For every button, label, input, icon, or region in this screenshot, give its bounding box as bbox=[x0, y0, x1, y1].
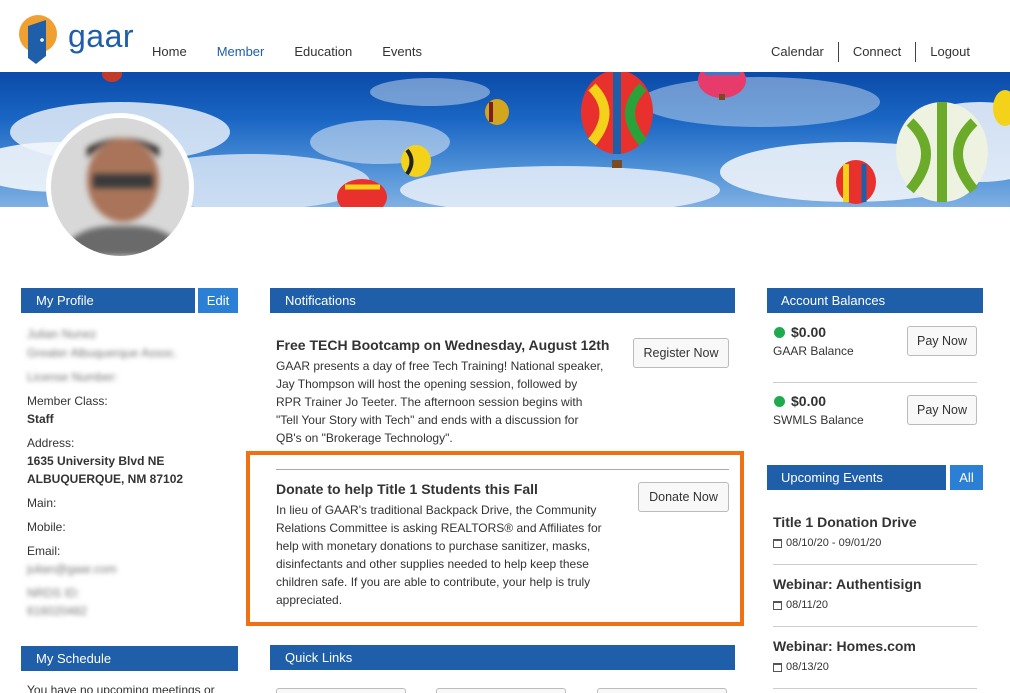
event-date-text: 08/11/20 bbox=[786, 599, 829, 611]
all-events-button[interactable]: All bbox=[950, 465, 983, 490]
gaar-logo[interactable]: gaar bbox=[16, 12, 136, 66]
nav-events[interactable]: Events bbox=[382, 44, 422, 59]
main-nav: Home Member Education Events bbox=[152, 44, 452, 59]
my-schedule-heading: My Schedule bbox=[21, 646, 238, 671]
site-header: gaar Home Member Education Events Calend… bbox=[0, 0, 1010, 72]
divider bbox=[773, 382, 977, 383]
quick-link-button[interactable] bbox=[597, 688, 727, 693]
swmls-balance-label: SWMLS Balance bbox=[773, 413, 864, 427]
swmls-balance-amount: $0.00 bbox=[791, 393, 827, 409]
gaar-balance-label: GAAR Balance bbox=[773, 344, 854, 358]
quick-link-button[interactable] bbox=[436, 688, 566, 693]
divider bbox=[773, 626, 977, 627]
event-date-text: 08/13/20 bbox=[786, 661, 829, 673]
email-value: julian@gaar.com bbox=[27, 562, 117, 576]
pay-now-gaar-button[interactable]: Pay Now bbox=[907, 326, 977, 356]
nav-home[interactable]: Home bbox=[152, 44, 187, 59]
notification-body: GAAR presents a day of free Tech Trainin… bbox=[276, 357, 616, 447]
quick-links-heading: Quick Links bbox=[270, 645, 735, 670]
notification-title: Free TECH Bootcamp on Wednesday, August … bbox=[276, 337, 610, 353]
email-label: Email: bbox=[27, 544, 61, 558]
schedule-empty-text: You have no upcoming meetings or bbox=[27, 683, 215, 693]
event-title[interactable]: Webinar: Authentisign bbox=[773, 576, 922, 592]
door-logo-icon bbox=[19, 15, 57, 64]
divider bbox=[773, 564, 977, 565]
event-date: 08/11/20 bbox=[773, 599, 828, 611]
nav-logout[interactable]: Logout bbox=[916, 40, 984, 63]
nav-connect[interactable]: Connect bbox=[839, 40, 915, 63]
address-line2: ALBUQUERQUE, NM 87102 bbox=[27, 472, 184, 486]
body-line: GAAR presents a day of free Tech Trainin… bbox=[276, 359, 604, 373]
nav-calendar[interactable]: Calendar bbox=[757, 40, 838, 63]
calendar-icon bbox=[773, 662, 782, 672]
nrds-label: NRDS ID: bbox=[27, 586, 80, 600]
license-label: License Number: bbox=[27, 370, 118, 384]
nav-member[interactable]: Member bbox=[217, 44, 265, 59]
highlight-box bbox=[246, 451, 744, 626]
body-line: QB's on "Brokerage Technology". bbox=[276, 431, 453, 445]
member-class-label: Member Class: bbox=[27, 394, 108, 408]
account-balances-heading: Account Balances bbox=[767, 288, 983, 313]
pay-now-swmls-button[interactable]: Pay Now bbox=[907, 395, 977, 425]
profile-org: Greater Albuquerque Assoc. bbox=[27, 346, 178, 360]
event-title[interactable]: Webinar: Homes.com bbox=[773, 638, 916, 654]
status-dot-icon bbox=[774, 327, 785, 338]
profile-name: Julian Nunez bbox=[27, 327, 97, 341]
event-date: 08/13/20 bbox=[773, 661, 829, 673]
nav-education[interactable]: Education bbox=[294, 44, 352, 59]
edit-profile-button[interactable]: Edit bbox=[198, 288, 238, 313]
balloon bbox=[581, 72, 653, 168]
avatar[interactable] bbox=[46, 113, 194, 261]
body-line: RPR Trainer Jo Teeter. The afternoon ses… bbox=[276, 395, 583, 409]
upcoming-events-heading: Upcoming Events bbox=[767, 465, 946, 490]
profile-photo bbox=[51, 118, 189, 256]
nrds-value: 616020482 bbox=[27, 604, 88, 618]
address-label: Address: bbox=[27, 436, 75, 450]
divider bbox=[773, 688, 977, 689]
status-dot-icon bbox=[774, 396, 785, 407]
body-line: Jay Thompson will host the opening sessi… bbox=[276, 377, 578, 391]
event-date-text: 08/10/20 - 09/01/20 bbox=[786, 537, 882, 549]
register-now-button[interactable]: Register Now bbox=[633, 338, 729, 368]
calendar-icon bbox=[773, 600, 782, 610]
my-profile-heading: My Profile bbox=[21, 288, 195, 313]
member-class-value: Staff bbox=[27, 412, 54, 426]
event-title[interactable]: Title 1 Donation Drive bbox=[773, 514, 917, 530]
quick-link-button[interactable] bbox=[276, 688, 406, 693]
calendar-icon bbox=[773, 538, 782, 548]
body-line: "Tell Your Story with Tech" and ends wit… bbox=[276, 413, 579, 427]
notifications-heading: Notifications bbox=[270, 288, 735, 313]
mobile-phone-label: Mobile: bbox=[27, 520, 66, 534]
logo-text: gaar bbox=[68, 18, 135, 54]
address-line1: 1635 University Blvd NE bbox=[27, 454, 165, 468]
utility-nav: Calendar Connect Logout bbox=[757, 40, 984, 63]
gaar-balance-amount: $0.00 bbox=[791, 324, 827, 340]
event-date: 08/10/20 - 09/01/20 bbox=[773, 537, 881, 549]
main-phone-label: Main: bbox=[27, 496, 57, 510]
